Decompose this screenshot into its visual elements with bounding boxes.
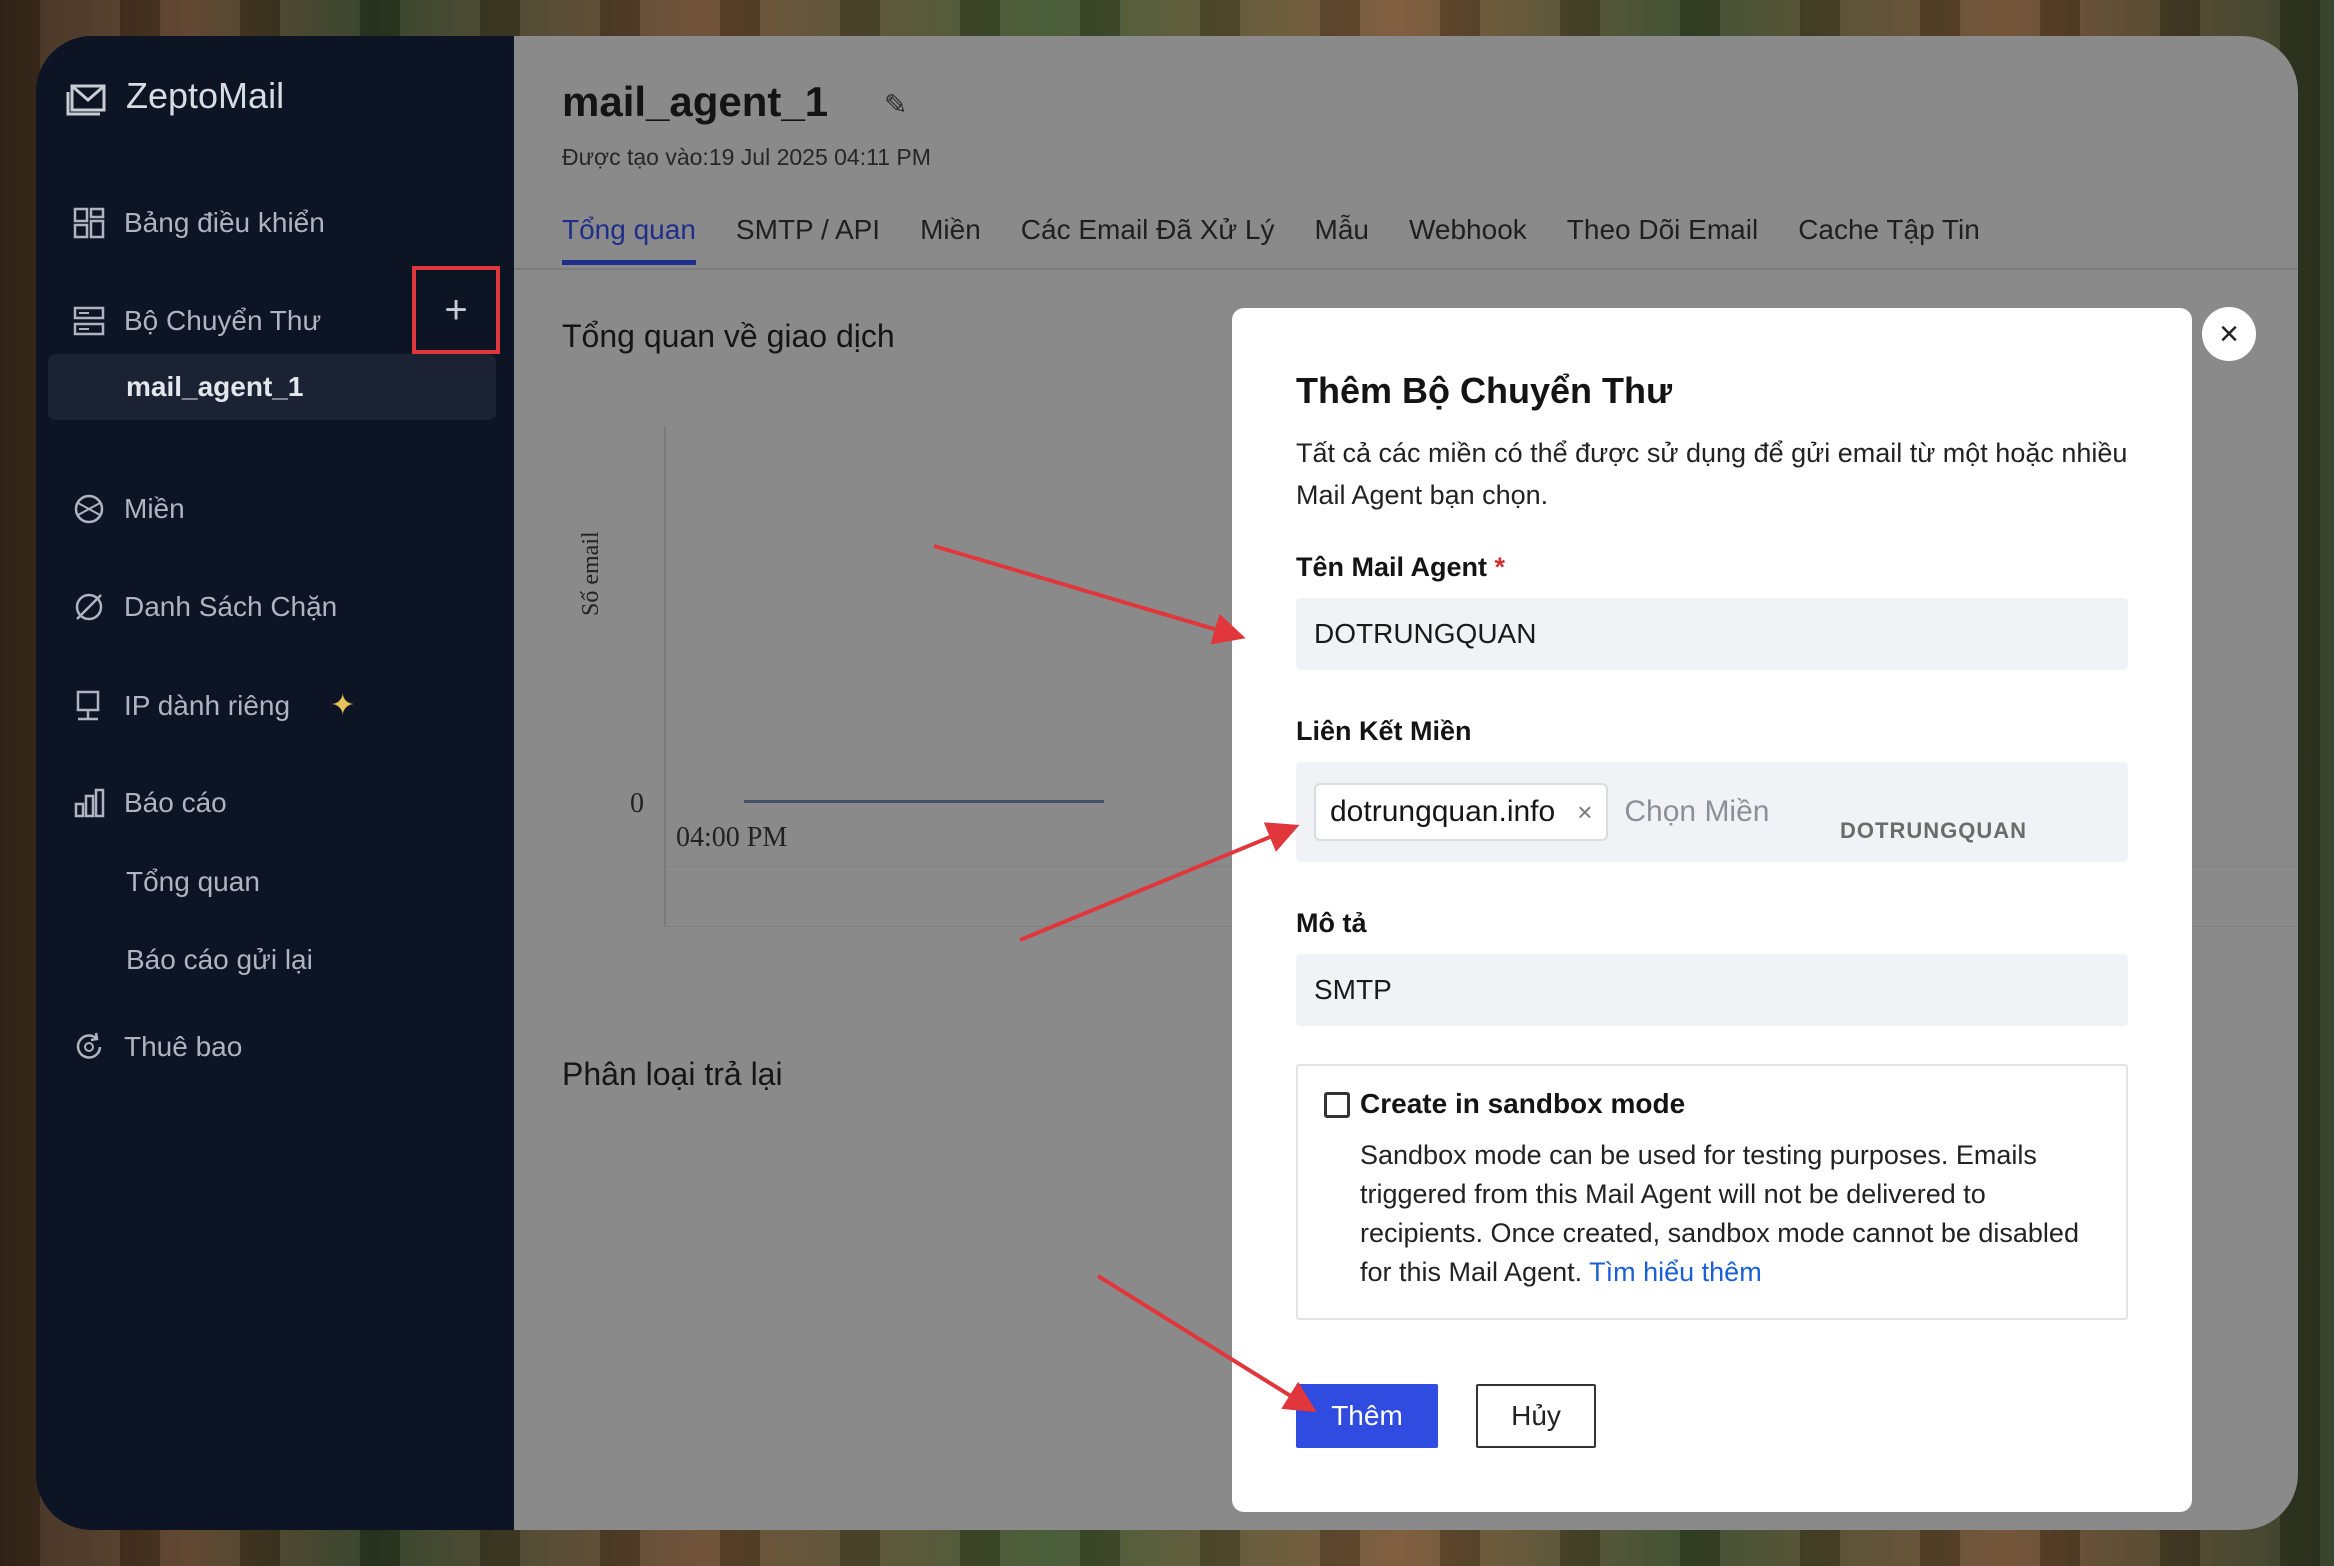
ip-icon	[72, 689, 106, 723]
sidebar-item-domains[interactable]: Miền	[72, 492, 185, 526]
tab-smtp-api[interactable]: SMTP / API	[736, 214, 880, 265]
chart-series-line	[744, 800, 1104, 803]
brand[interactable]: ZeptoMail	[64, 72, 284, 120]
description-input[interactable]: SMTP	[1296, 954, 2128, 1026]
sandbox-text: Sandbox mode can be used for testing pur…	[1360, 1136, 2100, 1292]
tab-email-tracking[interactable]: Theo Dõi Email	[1567, 214, 1758, 265]
sidebar: ZeptoMail Bảng điều khiển Bộ Chuyển Thư …	[36, 36, 514, 1530]
subscription-icon	[72, 1030, 106, 1064]
server-icon	[72, 304, 106, 338]
domain-placeholder: Chọn Miền	[1624, 795, 1770, 828]
sidebar-item-dashboard[interactable]: Bảng điều khiển	[72, 206, 325, 240]
sidebar-item-label: Báo cáo	[124, 787, 227, 818]
sandbox-title: Create in sandbox mode	[1360, 1088, 1686, 1119]
domain-select[interactable]: dotrungquan.info × Chọn Miền	[1296, 762, 2128, 862]
sidebar-item-label: Danh Sách Chặn	[124, 591, 338, 622]
name-label-text: Tên Mail Agent	[1296, 552, 1488, 582]
sidebar-item-label: Bảng điều khiển	[124, 207, 325, 238]
mail-agent-name-input[interactable]: DOTRUNGQUAN	[1296, 598, 2128, 670]
plus-icon: +	[444, 287, 468, 332]
chart-x-tick: 04:00 PM	[676, 822, 788, 853]
sidebar-item-blocklist[interactable]: Danh Sách Chặn	[72, 590, 337, 624]
cancel-button[interactable]: Hủy	[1476, 1384, 1596, 1448]
chart-icon	[72, 786, 106, 820]
domain-chip: dotrungquan.info ×	[1314, 783, 1609, 841]
created-date: Được tạo vào:19 Jul 2025 04:11 PM	[562, 144, 931, 170]
dialog-title: Thêm Bộ Chuyển Thư	[1296, 370, 1673, 411]
sidebar-subitem-overview[interactable]: Tổng quan	[126, 866, 260, 898]
sidebar-item-label: Miền	[124, 493, 185, 524]
sidebar-item-label: Thuê bao	[124, 1031, 243, 1062]
sidebar-subitem-resend-report[interactable]: Báo cáo gửi lại	[126, 944, 313, 976]
sidebar-item-subscription[interactable]: Thuê bao	[72, 1030, 242, 1064]
dialog-description: Tất cả các miền có thể được sử dụng để g…	[1296, 438, 2128, 510]
chart-y-tick: 0	[630, 788, 644, 819]
pencil-icon[interactable]: ✎	[884, 88, 907, 121]
dashboard-icon	[72, 206, 106, 240]
tab-bar: Tổng quan SMTP / API Miền Các Email Đã X…	[562, 214, 2020, 265]
sparkle-icon: ✦	[330, 689, 356, 722]
tab-webhook[interactable]: Webhook	[1409, 214, 1527, 265]
add-mail-agent-button[interactable]: +	[412, 266, 500, 354]
watermark: DOTRUNGQUAN	[1840, 818, 2027, 843]
tab-domains[interactable]: Miền	[920, 214, 981, 265]
name-value: DOTRUNGQUAN	[1314, 618, 1537, 649]
chip-remove-icon[interactable]: ×	[1577, 797, 1592, 828]
sidebar-item-dedicated-ip[interactable]: IP dành riêng ✦	[72, 688, 355, 723]
globe-icon	[72, 492, 106, 526]
learn-more-link[interactable]: Tìm hiểu thêm	[1589, 1257, 1762, 1287]
required-mark: *	[1494, 552, 1506, 582]
tab-templates[interactable]: Mẫu	[1315, 214, 1369, 265]
sandbox-checkbox[interactable]	[1324, 1092, 1350, 1118]
chart-y-axis	[664, 426, 666, 926]
tab-divider	[514, 268, 2298, 270]
sandbox-box: Create in sandbox mode Sandbox mode can …	[1296, 1064, 2128, 1320]
tab-file-cache[interactable]: Cache Tập Tin	[1798, 214, 1980, 265]
tab-processed-emails[interactable]: Các Email Đã Xử Lý	[1021, 214, 1275, 265]
sidebar-item-mail-agent-1[interactable]: mail_agent_1	[48, 354, 496, 420]
domain-chip-label: dotrungquan.info	[1330, 795, 1556, 828]
section-title-bounce: Phân loại trả lại	[562, 1056, 783, 1092]
sidebar-item-label: mail_agent_1	[126, 371, 304, 402]
chart-y-label: Số email	[578, 531, 604, 616]
mail-logo-icon	[66, 84, 106, 116]
brand-name: ZeptoMail	[126, 75, 285, 116]
sidebar-item-label: Bộ Chuyển Thư	[124, 305, 322, 336]
close-icon[interactable]: ×	[2202, 307, 2256, 361]
description-value: SMTP	[1314, 974, 1392, 1005]
description-label: Mô tả	[1296, 908, 1367, 938]
block-icon	[72, 590, 106, 624]
page-title: mail_agent_1	[562, 78, 829, 125]
tab-overview[interactable]: Tổng quan	[562, 214, 696, 265]
domain-label: Liên Kết Miền	[1296, 716, 1472, 746]
add-button[interactable]: Thêm	[1296, 1384, 1438, 1448]
sidebar-item-mail-agents[interactable]: Bộ Chuyển Thư	[72, 304, 321, 338]
name-label: Tên Mail Agent *	[1296, 552, 1505, 583]
sidebar-item-label: IP dành riêng	[124, 689, 291, 721]
sidebar-item-reports[interactable]: Báo cáo	[72, 786, 227, 820]
section-title-transactions: Tổng quan về giao dịch	[562, 318, 895, 354]
add-mail-agent-dialog: Thêm Bộ Chuyển Thư Tất cả các miền có th…	[1232, 308, 2192, 1512]
